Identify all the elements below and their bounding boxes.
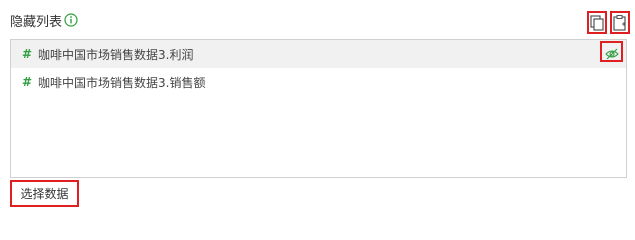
field-label: 咖啡中国市场销售数据3.利润 [38,47,194,62]
measure-type-icon: # [22,47,33,61]
panel-title: 隐藏列表 [10,15,63,30]
list-item[interactable]: # 咖啡中国市场销售数据3.利润 [11,40,626,68]
list-item[interactable]: # 咖啡中国市场销售数据3.销售额 [11,68,626,96]
copy-icon[interactable] [589,14,605,32]
eye-highlight [600,41,623,62]
select-data-button[interactable]: 选择数据 [10,180,79,207]
info-circle-icon[interactable] [64,12,78,27]
hidden-fields-list: # 咖啡中国市场销售数据3.利润 # 咖啡中国市场销售数据3.销售额 [10,39,627,178]
measure-type-icon: # [22,75,33,89]
field-label: 咖啡中国市场销售数据3.销售额 [38,75,206,90]
paste-icon[interactable] [612,14,628,32]
hidden-list-header: 隐藏列表 [10,8,625,32]
